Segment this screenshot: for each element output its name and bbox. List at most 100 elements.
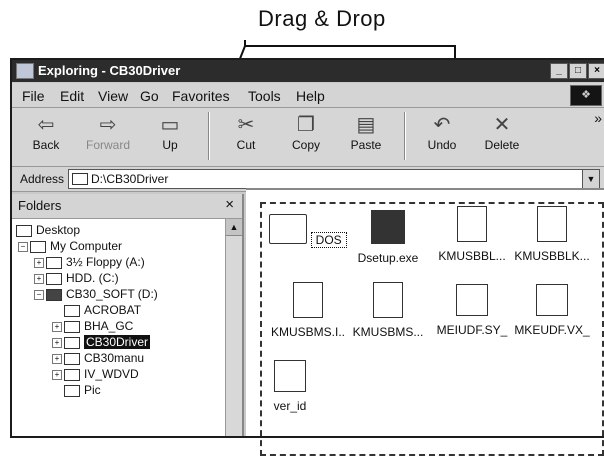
address-input[interactable]: D:\CB30Driver ▼ bbox=[68, 169, 600, 189]
address-dropdown-icon[interactable]: ▼ bbox=[582, 170, 599, 188]
folder-icon bbox=[64, 320, 80, 333]
tree-item-hdd[interactable]: HDD. (C:) bbox=[46, 270, 119, 286]
undo-label: Undo bbox=[427, 138, 457, 152]
window-title: Exploring - CB30Driver bbox=[38, 63, 181, 78]
file-list-pane: DOS Dsetup.exe KMUSBBL... KMUSBBLK... KM… bbox=[246, 188, 604, 456]
folder-icon bbox=[64, 384, 80, 397]
document-icon bbox=[373, 282, 403, 318]
tree-item-bha-gc[interactable]: BHA_GC bbox=[64, 318, 133, 334]
explorer-app-icon bbox=[16, 63, 34, 79]
up-label: Up bbox=[162, 138, 178, 152]
system-file-icon bbox=[456, 284, 488, 316]
expand-toggle-icon[interactable]: + bbox=[34, 258, 44, 268]
tree-item-iv-wdvd[interactable]: IV_WDVD bbox=[64, 366, 139, 382]
menu-go[interactable]: Go bbox=[140, 88, 159, 104]
toolbar-separator bbox=[208, 112, 210, 160]
hard-drive-icon bbox=[46, 272, 62, 285]
file-item-kmusbms[interactable]: KMUSBMS... bbox=[346, 282, 430, 339]
menu-file[interactable]: File bbox=[22, 88, 45, 104]
notepad-document-icon bbox=[457, 206, 487, 242]
file-name: MKEUDF.VX_ bbox=[514, 323, 590, 337]
folder-icon bbox=[64, 304, 80, 317]
collapse-toggle-icon[interactable]: − bbox=[18, 242, 28, 252]
file-item-kmusbms-i[interactable]: KMUSBMS.I.. bbox=[266, 282, 350, 339]
toolbar-overflow-chevron-icon[interactable]: » bbox=[594, 110, 602, 126]
folder-icon bbox=[64, 352, 80, 365]
scissors-icon: ✂ bbox=[237, 114, 255, 136]
address-label: Address bbox=[20, 172, 65, 186]
copy-label: Copy bbox=[291, 138, 320, 152]
expand-toggle-icon[interactable]: + bbox=[52, 338, 62, 348]
paste-label: Paste bbox=[350, 138, 382, 152]
menu-view[interactable]: View bbox=[98, 88, 128, 104]
system-file-icon bbox=[274, 360, 306, 392]
tree-item-cb30driver[interactable]: CB30Driver bbox=[64, 334, 151, 350]
folders-header: Folders × bbox=[12, 194, 242, 219]
tree-item-my-computer[interactable]: My Computer bbox=[30, 238, 122, 254]
folders-pane: Folders × Desktop − My Computer + 3½ Flo… bbox=[12, 194, 244, 436]
paste-icon: ▤ bbox=[356, 114, 376, 136]
address-value: D:\CB30Driver bbox=[91, 172, 169, 186]
tree-item-floppy[interactable]: 3½ Floppy (A:) bbox=[46, 254, 145, 270]
setup-program-icon bbox=[371, 210, 405, 244]
tree-item-desktop[interactable]: Desktop bbox=[16, 222, 80, 238]
open-folder-icon bbox=[64, 336, 80, 349]
file-name: KMUSBBLK... bbox=[514, 249, 590, 263]
file-name: KMUSBMS... bbox=[352, 325, 424, 339]
file-item-kmusbblk[interactable]: KMUSBBLK... bbox=[510, 206, 594, 263]
windows-logo-icon: ❖ bbox=[570, 85, 602, 106]
tree-item-cb30-soft[interactable]: CB30_SOFT (D:) bbox=[46, 286, 158, 302]
cut-button[interactable]: ✂ Cut bbox=[214, 112, 278, 152]
expand-toggle-icon[interactable]: + bbox=[52, 354, 62, 364]
folders-close-icon[interactable]: × bbox=[225, 196, 234, 213]
menu-tools[interactable]: Tools bbox=[248, 88, 281, 104]
file-name: MEIUDF.SY_ bbox=[436, 323, 508, 337]
forward-arrow-icon: ⇨ bbox=[99, 114, 117, 136]
forward-button[interactable]: ⇨ Forward bbox=[76, 112, 140, 152]
menu-favorites[interactable]: Favorites bbox=[172, 88, 230, 104]
file-item-dsetup[interactable]: Dsetup.exe bbox=[346, 210, 430, 265]
back-button[interactable]: ⇦ Back bbox=[14, 112, 78, 152]
toolbar: ⇦ Back ⇨ Forward ▭ Up ✂ Cut ❐ Copy ▤ Pas… bbox=[12, 108, 604, 167]
file-name: KMUSBBL... bbox=[438, 249, 506, 263]
desktop-icon bbox=[16, 224, 32, 237]
expand-toggle-icon[interactable]: + bbox=[52, 370, 62, 380]
menu-bar: File Edit View Go Favorites Tools Help ❖ bbox=[12, 83, 604, 108]
scroll-up-arrow-icon[interactable]: ▲ bbox=[226, 219, 242, 236]
file-item-meiudf[interactable]: MEIUDF.SY_ bbox=[430, 284, 514, 337]
menu-edit[interactable]: Edit bbox=[60, 88, 84, 104]
maximize-button[interactable]: □ bbox=[569, 63, 587, 79]
folders-scrollbar[interactable]: ▲ bbox=[225, 219, 242, 436]
explorer-window: Exploring - CB30Driver _ □ × File Edit Vie… bbox=[10, 58, 604, 456]
delete-button[interactable]: ✕ Delete bbox=[470, 112, 534, 152]
computer-icon bbox=[30, 240, 46, 253]
file-item-mkeudf[interactable]: MKEUDF.VX_ bbox=[510, 284, 594, 337]
file-item-dos[interactable]: DOS bbox=[266, 214, 350, 248]
expand-toggle-icon[interactable]: + bbox=[52, 322, 62, 332]
paste-button[interactable]: ▤ Paste bbox=[334, 112, 398, 152]
menu-help[interactable]: Help bbox=[296, 88, 325, 104]
minimize-button[interactable]: _ bbox=[550, 63, 568, 79]
undo-button[interactable]: ↶ Undo bbox=[410, 112, 474, 152]
floppy-drive-icon bbox=[46, 256, 62, 269]
tree-item-acrobat[interactable]: ACROBAT bbox=[64, 302, 141, 318]
up-button[interactable]: ▭ Up bbox=[138, 112, 202, 152]
copy-icon: ❐ bbox=[297, 114, 315, 136]
back-arrow-icon: ⇦ bbox=[37, 114, 55, 136]
copy-button[interactable]: ❐ Copy bbox=[274, 112, 338, 152]
notepad-document-icon bbox=[293, 282, 323, 318]
file-name: DOS bbox=[310, 232, 347, 248]
file-name: Dsetup.exe bbox=[357, 251, 419, 265]
tree-item-cb30manu[interactable]: CB30manu bbox=[64, 350, 144, 366]
drag-drop-callout: Drag & Drop bbox=[0, 0, 604, 302]
undo-icon: ↶ bbox=[433, 114, 451, 136]
file-item-ver-id[interactable]: ver_id bbox=[260, 360, 320, 413]
file-item-kmusbbl[interactable]: KMUSBBL... bbox=[430, 206, 514, 263]
up-folder-icon: ▭ bbox=[160, 114, 180, 136]
collapse-toggle-icon[interactable]: − bbox=[34, 290, 44, 300]
tree-item-pic[interactable]: Pic bbox=[64, 382, 101, 398]
close-button[interactable]: × bbox=[588, 63, 604, 79]
system-file-icon bbox=[536, 284, 568, 316]
delete-label: Delete bbox=[484, 138, 520, 152]
expand-toggle-icon[interactable]: + bbox=[34, 274, 44, 284]
